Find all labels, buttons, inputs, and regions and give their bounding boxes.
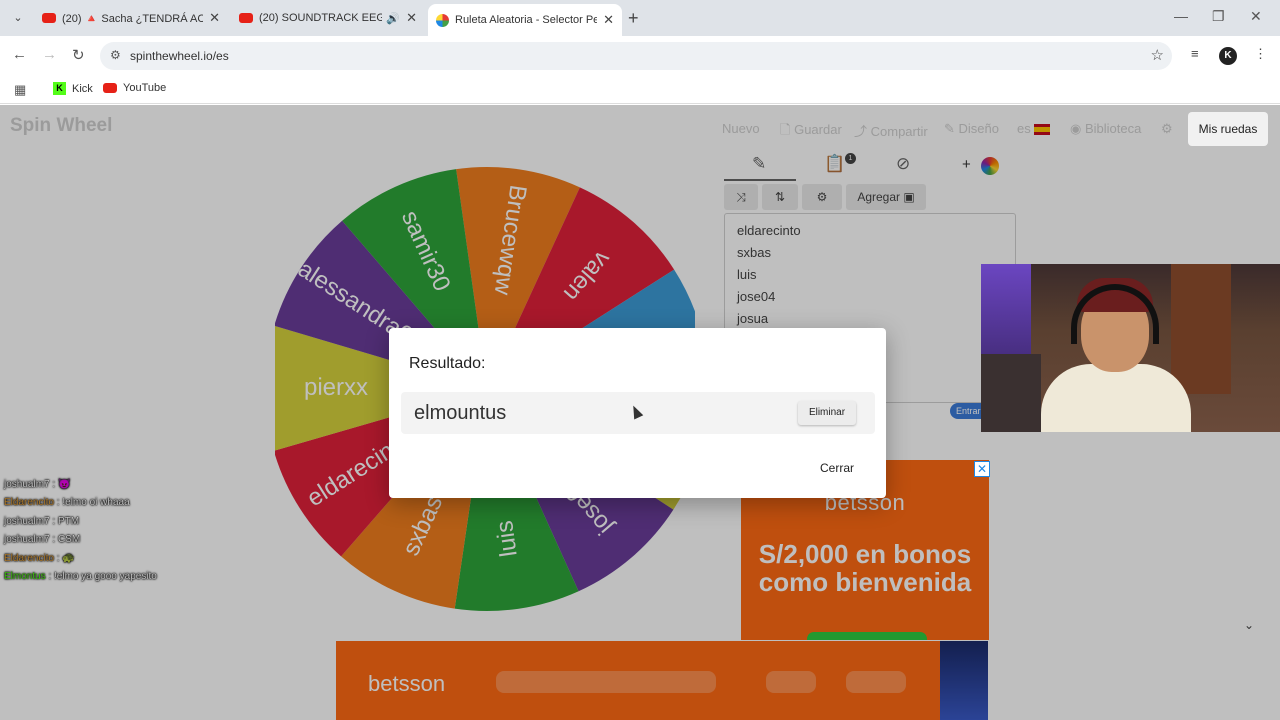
bookmark-label: Kick — [72, 82, 93, 95]
close-tab-icon[interactable]: ✕ — [406, 10, 417, 26]
speaker-icon[interactable]: 🔊 — [386, 12, 400, 25]
tab-ruleta[interactable]: Ruleta Aleatoria - Selector Perso ✕ — [428, 4, 622, 36]
tab-youtube-soundtrack[interactable]: (20) SOUNDTRACK EEG | TRI 🔊 ✕ — [231, 4, 425, 32]
webcam-sofa — [981, 354, 1041, 432]
bookmark-kick[interactable]: K Kick — [53, 82, 93, 95]
profile-avatar[interactable]: K — [1219, 47, 1237, 65]
restore-icon[interactable]: ❐ — [1212, 8, 1225, 25]
url-text: spinthewheel.io/es — [130, 49, 229, 63]
youtube-icon — [103, 83, 117, 93]
ad-close-icon[interactable]: ✕ — [974, 461, 990, 477]
wheel-favicon-icon — [436, 13, 449, 27]
eliminar-button[interactable]: Eliminar — [798, 401, 856, 425]
site-info-icon[interactable]: ⚙ — [110, 48, 121, 62]
new-tab-icon[interactable]: + — [628, 8, 639, 29]
minimize-icon[interactable]: — — [1174, 8, 1188, 24]
omnibox[interactable]: ⚙ spinthewheel.io/es ☆ — [100, 42, 1172, 70]
streamer-webcam — [981, 264, 1280, 432]
tab-title: (20) 🔺 Sacha ¿TENDRÁ ACC1D — [62, 12, 204, 25]
result-winner: elmountus — [414, 402, 507, 424]
mis-ruedas-button[interactable]: Mis ruedas — [1188, 112, 1268, 146]
webcam-shirt — [1041, 364, 1191, 432]
webcam-door — [1171, 264, 1231, 394]
tab-youtube-sacha[interactable]: (20) 🔺 Sacha ¿TENDRÁ ACC1D ✕ — [34, 4, 228, 32]
bookmark-label: YouTube — [123, 82, 167, 94]
tab-title: (20) SOUNDTRACK EEG | TRI — [259, 12, 383, 24]
tab-bar: ⌄ (20) 🔺 Sacha ¿TENDRÁ ACC1D ✕ (20) SOUN… — [0, 0, 1280, 36]
close-window-icon[interactable]: ✕ — [1250, 8, 1262, 25]
apps-grid-icon[interactable]: ▦ — [14, 82, 26, 98]
cerrar-button[interactable]: Cerrar — [807, 456, 867, 480]
media-control-icon[interactable]: ≡ — [1191, 46, 1199, 61]
close-tab-icon[interactable]: ✕ — [603, 12, 614, 28]
close-tab-icon[interactable]: ✕ — [209, 10, 220, 26]
youtube-icon — [42, 13, 56, 23]
kick-icon: K — [53, 82, 66, 95]
back-icon[interactable]: ← — [12, 46, 27, 63]
forward-icon[interactable]: → — [42, 46, 57, 63]
bookmark-youtube[interactable]: YouTube — [103, 82, 166, 94]
tab-search-chevron-icon[interactable]: ⌄ — [8, 8, 28, 28]
modal-heading: Resultado: — [409, 355, 486, 372]
browser-menu-icon[interactable]: ⋮ — [1254, 46, 1267, 62]
bookmark-star-icon[interactable]: ☆ — [1151, 46, 1164, 64]
tab-title: Ruleta Aleatoria - Selector Perso — [455, 14, 598, 26]
modal-backdrop-bottom[interactable] — [0, 641, 1280, 720]
bookmarks-bar — [0, 76, 1280, 104]
chevron-down-icon[interactable]: ⌄ — [1244, 618, 1254, 632]
reload-icon[interactable]: ↻ — [72, 46, 85, 64]
youtube-icon — [239, 13, 253, 23]
